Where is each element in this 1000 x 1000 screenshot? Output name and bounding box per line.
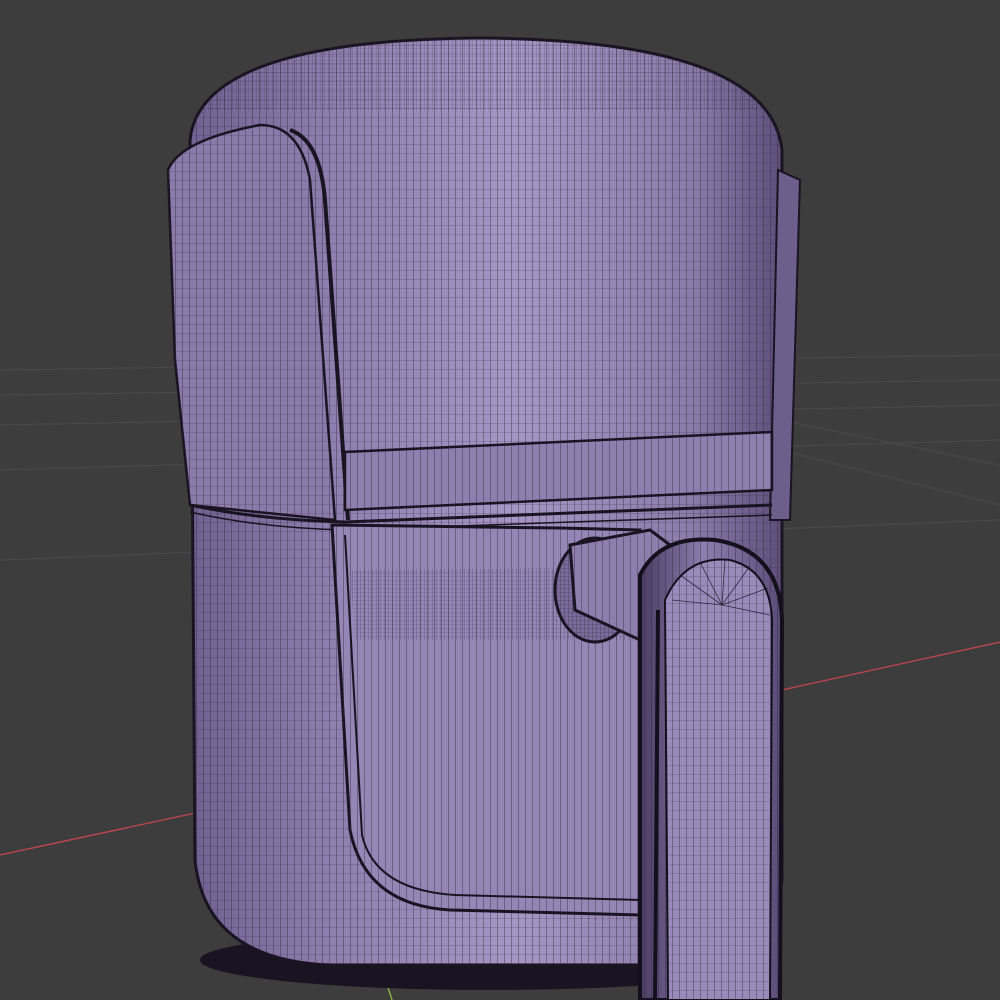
- x-axis-line: [0, 811, 201, 856]
- x-axis-line-right: [781, 641, 1000, 691]
- basket-handle[interactable]: [638, 537, 785, 1000]
- 3d-viewport[interactable]: [0, 0, 1000, 1000]
- viewport-canvas[interactable]: [0, 0, 1000, 1000]
